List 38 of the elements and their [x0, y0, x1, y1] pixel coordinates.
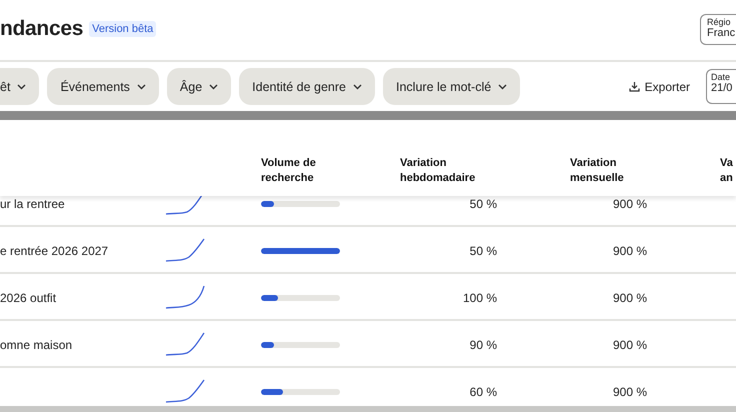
chevron-down-icon [209, 84, 218, 90]
table-cell: 900 % [612, 384, 647, 398]
sparkline [165, 379, 206, 404]
table-cell: 900 % [612, 290, 647, 304]
chevron-down-icon [136, 84, 146, 90]
keyword-cell: e rentrée 2026 2027 [0, 244, 108, 258]
column-header[interactable]: Variation mensuelle [570, 156, 640, 186]
column-header[interactable]: Volume de recherche [261, 156, 331, 186]
chevron-down-icon [17, 84, 26, 90]
table-cell: 900 % [612, 196, 647, 210]
table-cell: 100 % [462, 290, 497, 304]
table-cell: 50 % [470, 244, 497, 258]
table-cell: 900 % [612, 244, 647, 258]
column-header[interactable]: Variation hebdomadaire [400, 156, 490, 186]
column-header[interactable]: Va an [720, 156, 736, 186]
table-cell: 60 % [470, 384, 497, 398]
table-cell: 90 % [470, 338, 497, 352]
filter-dropdown[interactable]: êt [0, 68, 40, 105]
keyword-cell: ur la rentree [0, 196, 65, 210]
keyword-cell: omne maison [0, 338, 72, 352]
filter-dropdown[interactable]: Événements [47, 68, 159, 105]
download-icon [628, 81, 640, 92]
filter-dropdown[interactable]: Inclure le mot-clé [383, 68, 520, 105]
keyword-cell: 2026 outfit [0, 290, 56, 304]
chevron-down-icon [498, 84, 508, 90]
sparkline [165, 285, 206, 310]
filter-dropdown[interactable]: Identité de genre [239, 68, 375, 105]
chevron-down-icon [353, 84, 362, 90]
sparkline [165, 238, 206, 263]
beta-badge: Version bêta [89, 21, 156, 37]
sparkline [165, 332, 206, 357]
table-cell: 50 % [470, 196, 497, 210]
export-button[interactable]: Exporter [628, 80, 690, 94]
page-title: ndances [0, 17, 84, 41]
table-cell: 900 % [612, 338, 647, 352]
date-field[interactable]: Date 21/0 [706, 69, 736, 104]
filter-dropdown[interactable]: Âge [166, 68, 232, 105]
region-select[interactable]: Régio Franc [700, 14, 736, 45]
